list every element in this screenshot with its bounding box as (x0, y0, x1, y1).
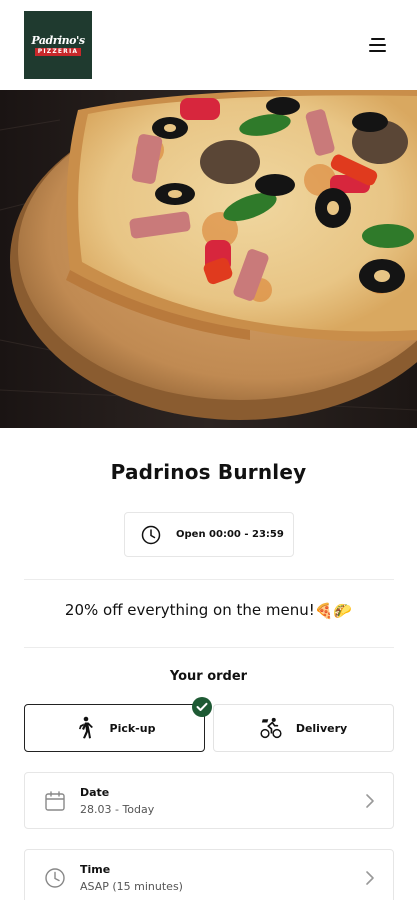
logo-subtitle: PIZZERIA (34, 47, 82, 56)
logo-wordmark: Padrino's (31, 33, 85, 47)
time-value: ASAP (15 minutes) (80, 880, 183, 893)
promo-text: 20% off everything on the menu! (64, 601, 315, 619)
delivery-option[interactable]: Delivery (213, 704, 394, 752)
clock-icon (45, 868, 65, 888)
time-label: Time (80, 863, 111, 876)
opening-hours: Open 00:00 - 23:59 (124, 512, 294, 557)
date-value: 28.03 - Today (80, 803, 155, 816)
selected-check-icon (192, 697, 212, 717)
walking-person-icon (78, 716, 93, 739)
cyclist-icon (260, 717, 282, 739)
date-selector[interactable]: Date 28.03 - Today (24, 772, 394, 829)
pickup-option[interactable]: Pick-up (24, 704, 205, 752)
date-label: Date (80, 786, 110, 799)
divider (24, 579, 394, 580)
delivery-label: Delivery (295, 721, 348, 735)
pickup-label: Pick-up (109, 721, 156, 735)
hamburger-menu-icon[interactable] (366, 36, 390, 54)
clock-icon (141, 525, 161, 544)
promo-emojis: 🍕🌮 (314, 601, 353, 620)
header: Padrino's PIZZERIA (0, 0, 417, 90)
logo[interactable]: Padrino's PIZZERIA (24, 11, 92, 79)
calendar-icon (45, 791, 65, 811)
time-selector[interactable]: Time ASAP (15 minutes) (24, 849, 394, 900)
hero-pizza-image (0, 90, 417, 428)
opening-hours-text: Open 00:00 - 23:59 (176, 529, 284, 540)
chevron-right-icon (366, 871, 374, 885)
your-order-heading: Your order (169, 669, 248, 684)
divider (24, 647, 394, 648)
restaurant-name: Padrinos Burnley (110, 460, 307, 484)
chevron-right-icon (366, 794, 374, 808)
promo-banner: 20% off everything on the menu!🍕🌮 (0, 601, 417, 620)
